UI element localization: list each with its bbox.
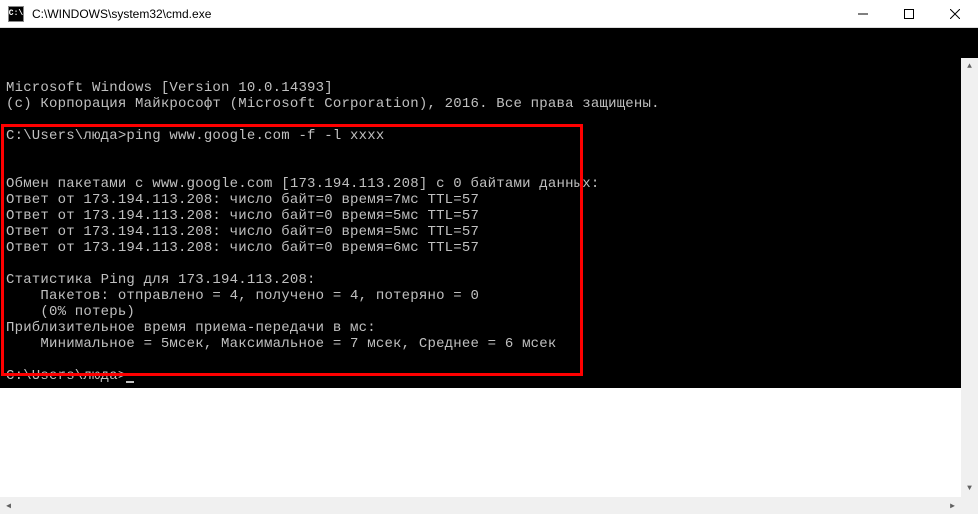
cursor xyxy=(126,381,134,383)
terminal-line: C:\Users\люда> xyxy=(6,368,972,384)
close-button[interactable] xyxy=(932,0,978,27)
horizontal-scrollbar[interactable]: ◀ ▶ xyxy=(0,497,961,514)
scroll-right-icon[interactable]: ▶ xyxy=(944,497,961,514)
terminal-line xyxy=(6,144,972,160)
window-title: C:\WINDOWS\system32\cmd.exe xyxy=(32,7,840,21)
vertical-scrollbar[interactable]: ▲ ▼ xyxy=(961,58,978,497)
cmd-window: C:\ C:\WINDOWS\system32\cmd.exe Microsof… xyxy=(0,0,978,514)
terminal-line: Ответ от 173.194.113.208: число байт=0 в… xyxy=(6,192,972,208)
terminal-line: Ответ от 173.194.113.208: число байт=0 в… xyxy=(6,208,972,224)
terminal-line: C:\Users\люда>ping www.google.com -f -l … xyxy=(6,128,972,144)
scrollbar-corner xyxy=(961,497,978,514)
terminal-line xyxy=(6,256,972,272)
maximize-button[interactable] xyxy=(886,0,932,27)
scroll-up-icon[interactable]: ▲ xyxy=(961,58,978,75)
minimize-button[interactable] xyxy=(840,0,886,27)
scroll-track-h[interactable] xyxy=(17,497,944,514)
terminal-line: (0% потерь) xyxy=(6,304,972,320)
terminal-line: Ответ от 173.194.113.208: число байт=0 в… xyxy=(6,240,972,256)
terminal-line xyxy=(6,352,972,368)
terminal-line: Microsoft Windows [Version 10.0.14393] xyxy=(6,80,972,96)
terminal-line: Статистика Ping для 173.194.113.208: xyxy=(6,272,972,288)
terminal-line: Пакетов: отправлено = 4, получено = 4, п… xyxy=(6,288,972,304)
terminal-line: Приблизительное время приема-передачи в … xyxy=(6,320,972,336)
terminal-line xyxy=(6,160,972,176)
scroll-down-icon[interactable]: ▼ xyxy=(961,480,978,497)
titlebar[interactable]: C:\ C:\WINDOWS\system32\cmd.exe xyxy=(0,0,978,28)
terminal-line: Обмен пакетами с www.google.com [173.194… xyxy=(6,176,972,192)
terminal-line: Ответ от 173.194.113.208: число байт=0 в… xyxy=(6,224,972,240)
terminal-line: Минимальное = 5мсек, Максимальное = 7 мс… xyxy=(6,336,972,352)
terminal-output[interactable]: Microsoft Windows [Version 10.0.14393](c… xyxy=(0,28,978,388)
scroll-track-v[interactable] xyxy=(961,75,978,480)
scroll-left-icon[interactable]: ◀ xyxy=(0,497,17,514)
terminal-line xyxy=(6,112,972,128)
app-icon: C:\ xyxy=(8,6,24,22)
window-controls xyxy=(840,0,978,27)
terminal-line: (c) Корпорация Майкрософт (Microsoft Cor… xyxy=(6,96,972,112)
